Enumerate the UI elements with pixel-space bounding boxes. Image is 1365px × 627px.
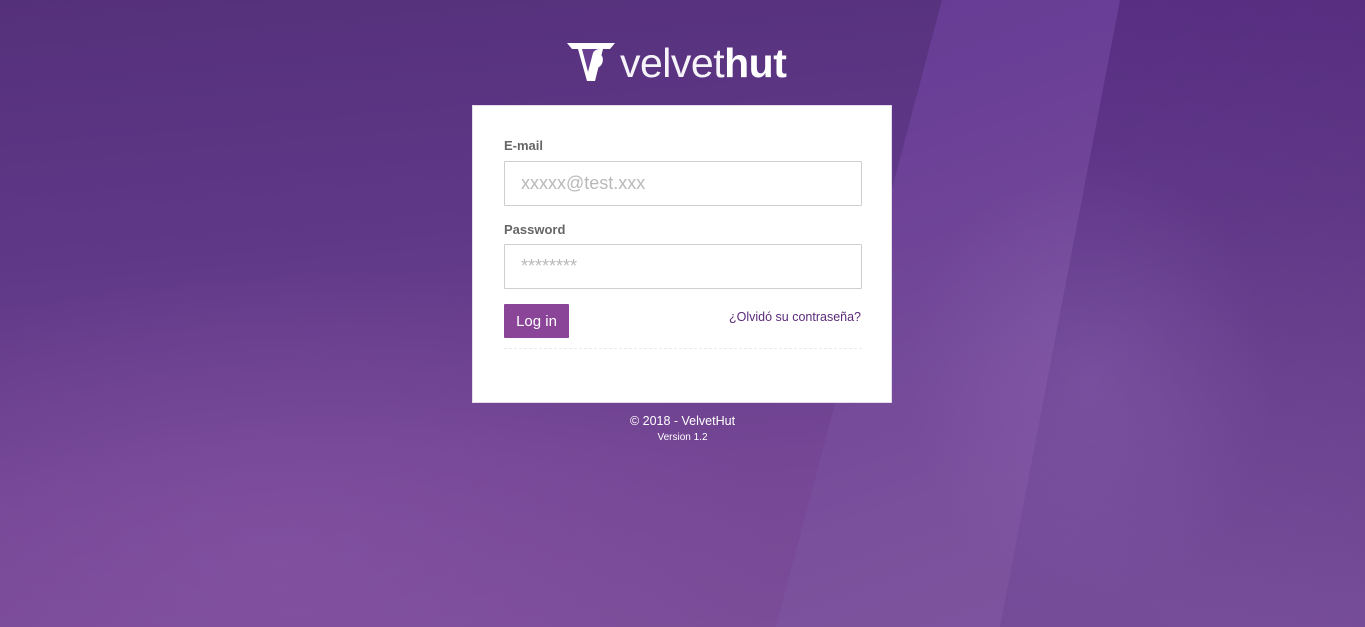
form-divider (504, 348, 862, 349)
login-card: E-mail Password Log in ¿Olvidó su contra… (472, 105, 892, 403)
email-label: E-mail (504, 138, 544, 153)
velvethut-logo-icon (567, 43, 615, 81)
password-label: Password (504, 222, 566, 237)
login-button[interactable]: Log in (504, 304, 569, 338)
brand-name-bold: hut (724, 40, 787, 86)
brand-name-light: velvet (620, 40, 725, 86)
forgot-password-link[interactable]: ¿Olvidó su contraseña? (729, 310, 861, 324)
brand-logo: velvethut (566, 40, 787, 86)
email-input[interactable] (504, 161, 862, 206)
brand-wordmark: velvethut (620, 40, 787, 86)
footer-copyright: © 2018 - VelvetHut (629, 414, 736, 428)
password-input[interactable] (504, 244, 862, 289)
footer-version: Version 1.2 (657, 432, 708, 443)
